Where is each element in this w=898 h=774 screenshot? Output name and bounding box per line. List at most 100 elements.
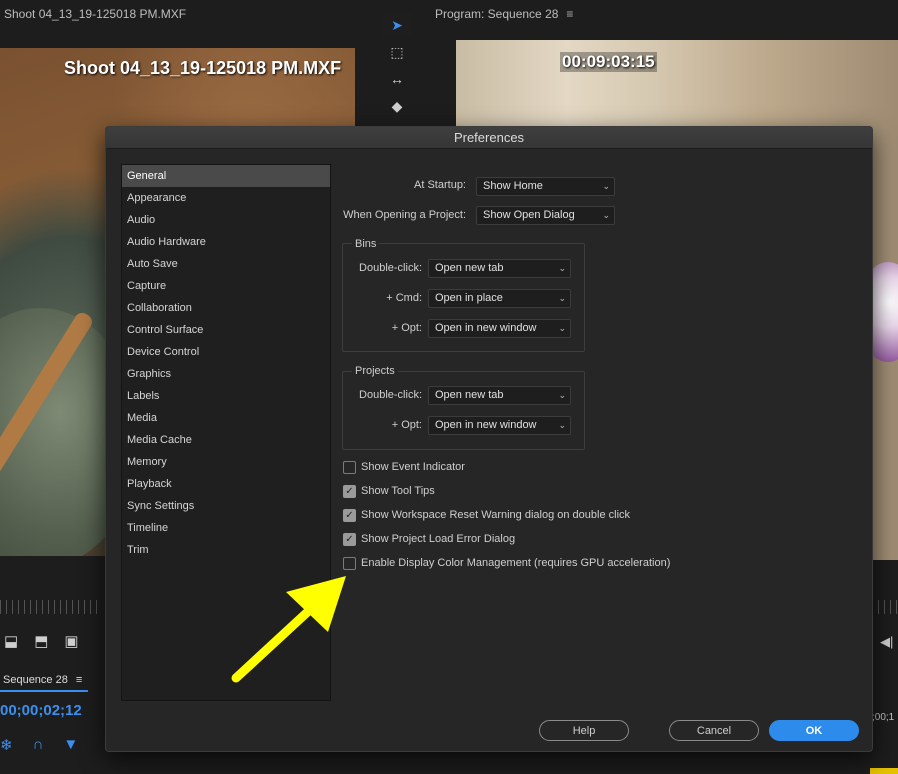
category-item-device-control[interactable]: Device Control [122, 341, 330, 363]
bins-opt-value: Open in new window [435, 322, 537, 334]
chevron-down-icon: ⌄ [558, 323, 566, 333]
projects-group [342, 371, 585, 450]
projects-opt-label: + Opt: [391, 419, 422, 431]
tool-tips-checkbox[interactable]: ✓ [343, 484, 356, 498]
timeline-menu-icon[interactable]: ≡ [76, 674, 82, 686]
category-item-appearance[interactable]: Appearance [122, 187, 330, 209]
bins-double-click-label: Double-click: [359, 262, 422, 274]
bins-cmd-value: Open in place [435, 292, 503, 304]
checkmark-icon: ✓ [345, 509, 354, 521]
chevron-down-icon: ⌄ [558, 263, 566, 273]
help-button[interactable]: Help [539, 720, 629, 741]
projects-double-click-label: Double-click: [359, 389, 422, 401]
category-item-timeline[interactable]: Timeline [122, 517, 330, 539]
category-item-collaboration[interactable]: Collaboration [122, 297, 330, 319]
display-color-management-option[interactable]: Enable Display Color Management (require… [343, 555, 670, 571]
projects-opt-value: Open in new window [435, 419, 537, 431]
chevron-down-icon: ⌄ [602, 181, 610, 191]
project-load-error-option[interactable]: ✓ Show Project Load Error Dialog [343, 531, 515, 547]
source-monitor-header[interactable]: Shoot 04_13_19-125018 PM.MXF [0, 0, 375, 28]
tools-panel: ➤ ⬚ ↔ ◆ [377, 10, 417, 130]
category-item-general[interactable]: General [122, 165, 330, 187]
category-item-audio-hardware[interactable]: Audio Hardware [122, 231, 330, 253]
workspace-reset-warning-option[interactable]: ✓ Show Workspace Reset Warning dialog on… [343, 507, 630, 523]
category-item-graphics[interactable]: Graphics [122, 363, 330, 385]
add-marker-icon[interactable]: ▼ [63, 736, 78, 754]
display-color-management-checkbox[interactable] [343, 556, 356, 570]
at-startup-value: Show Home [483, 180, 543, 192]
projects-group-title: Projects [352, 365, 398, 377]
category-item-capture[interactable]: Capture [122, 275, 330, 297]
source-clip-name-overlay: Shoot 04_13_19-125018 PM.MXF [64, 58, 342, 78]
program-timecode-overlay: 00:09:03:15 [560, 52, 657, 72]
projects-double-click-dropdown[interactable]: Open new tab ⌄ [428, 386, 571, 405]
timeline-ruler-label: ;00;1 [872, 712, 895, 723]
projects-opt-dropdown[interactable]: Open in new window ⌄ [428, 416, 571, 435]
bins-group-title: Bins [352, 238, 380, 250]
sequence-tab-label: Sequence 28 [3, 674, 68, 686]
project-load-error-checkbox[interactable]: ✓ [343, 532, 356, 546]
selection-tool-icon[interactable]: ➤ [382, 13, 412, 37]
tool-tips-option[interactable]: ✓ Show Tool Tips [343, 483, 435, 499]
checkmark-icon: ✓ [345, 485, 354, 497]
export-frame-camera-icon[interactable]: ▣ [64, 632, 78, 650]
razor-tool-icon[interactable]: ◆ [382, 94, 412, 118]
category-item-media[interactable]: Media [122, 407, 330, 429]
bins-cmd-dropdown[interactable]: Open in place ⌄ [428, 289, 571, 308]
project-load-error-label: Show Project Load Error Dialog [361, 533, 516, 545]
bins-double-click-value: Open new tab [435, 262, 504, 274]
annotation-arrow-icon [231, 576, 346, 683]
dialog-title: Preferences [453, 130, 525, 145]
ok-button-label: OK [805, 724, 823, 737]
insert-icon[interactable]: ⬓ [4, 632, 18, 650]
category-item-auto-save[interactable]: Auto Save [122, 253, 330, 275]
program-monitor-header[interactable]: Program: Sequence 28 ≡ [435, 0, 898, 28]
preferences-dialog: Preferences General Appearance Audio Audio … [105, 126, 873, 752]
ok-button[interactable]: OK [769, 720, 859, 741]
bins-opt-label: + Opt: [391, 322, 422, 334]
program-time-ruler[interactable] [872, 600, 898, 614]
category-item-memory[interactable]: Memory [122, 451, 330, 473]
bins-opt-dropdown[interactable]: Open in new window ⌄ [428, 319, 571, 338]
chevron-down-icon: ⌄ [558, 293, 566, 303]
workspace-reset-warning-label: Show Workspace Reset Warning dialog on d… [361, 509, 631, 521]
projects-double-click-value: Open new tab [435, 389, 504, 401]
source-time-ruler[interactable] [0, 600, 100, 614]
tool-tips-label: Show Tool Tips [361, 485, 435, 497]
display-color-management-label: Enable Display Color Management (require… [361, 557, 671, 569]
workspace-reset-warning-checkbox[interactable]: ✓ [343, 508, 356, 522]
category-item-trim[interactable]: Trim [122, 539, 330, 561]
help-button-label: Help [572, 724, 596, 737]
category-item-playback[interactable]: Playback [122, 473, 330, 495]
overwrite-icon[interactable]: ⬒ [34, 632, 48, 650]
timeline-toolbar: ❄ ∩ ▼ [0, 736, 78, 754]
opening-project-dropdown[interactable]: Show Open Dialog ⌄ [476, 206, 615, 225]
at-startup-dropdown[interactable]: Show Home ⌄ [476, 177, 615, 196]
category-item-labels[interactable]: Labels [122, 385, 330, 407]
opening-project-value: Show Open Dialog [483, 209, 575, 221]
program-monitor-title: Program: Sequence 28 [435, 7, 559, 21]
panel-menu-icon[interactable]: ≡ [566, 7, 573, 21]
cancel-button[interactable]: Cancel [669, 720, 759, 741]
bins-double-click-dropdown[interactable]: Open new tab ⌄ [428, 259, 571, 278]
track-select-tool-icon[interactable]: ⬚ [382, 40, 412, 64]
opening-project-label: When Opening a Project: [343, 209, 466, 221]
dialog-titlebar[interactable]: Preferences [106, 127, 872, 149]
category-item-control-surface[interactable]: Control Surface [122, 319, 330, 341]
category-item-audio[interactable]: Audio [122, 209, 330, 231]
timeline-timecode[interactable]: 00;00;02;12 [0, 702, 82, 719]
linked-selection-icon[interactable]: ∩ [33, 736, 44, 754]
step-back-icon[interactable]: ◀| [880, 634, 893, 650]
source-monitor-title: Shoot 04_13_19-125018 PM.MXF [4, 7, 187, 21]
cancel-button-label: Cancel [696, 724, 732, 737]
source-transport-controls: ⬓ ⬒ ▣ [4, 632, 79, 650]
ripple-edit-tool-icon[interactable]: ↔ [382, 67, 412, 91]
snap-icon[interactable]: ❄ [0, 736, 13, 754]
event-indicator-checkbox[interactable] [343, 460, 356, 474]
timeline-sequence-tab[interactable]: Sequence 28 ≡ [0, 670, 88, 692]
at-startup-label: At Startup: [414, 179, 466, 191]
event-indicator-label: Show Event Indicator [361, 461, 465, 473]
category-item-sync-settings[interactable]: Sync Settings [122, 495, 330, 517]
event-indicator-option[interactable]: Show Event Indicator [343, 459, 465, 475]
category-item-media-cache[interactable]: Media Cache [122, 429, 330, 451]
